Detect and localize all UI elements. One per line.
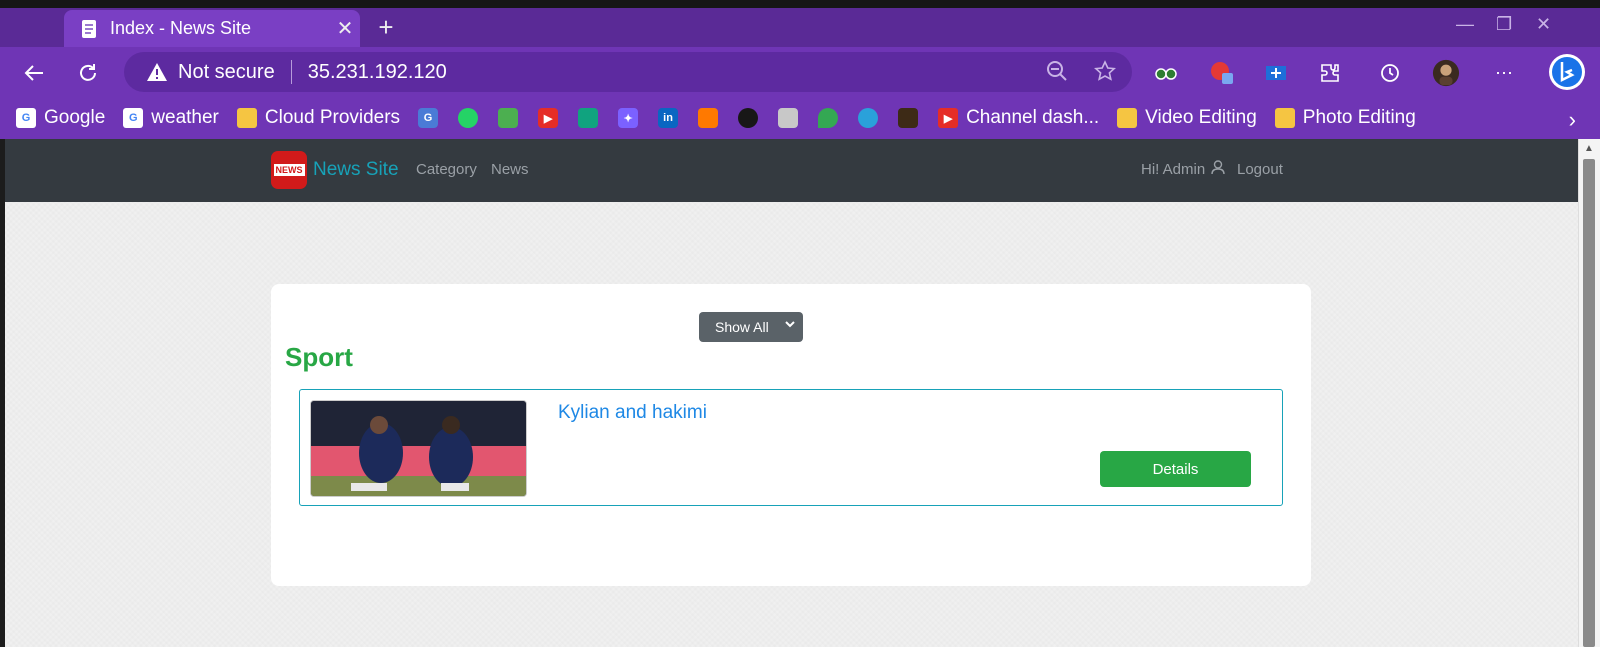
greeting-text: Hi! Admin bbox=[1141, 161, 1206, 178]
nav-category[interactable]: Category bbox=[416, 161, 477, 178]
article-title-link[interactable]: Kylian and hakimi bbox=[558, 402, 707, 424]
address-bar[interactable]: Not secure 35.231.192.120 bbox=[124, 52, 1132, 92]
bookmark-label: Video Editing bbox=[1145, 107, 1257, 128]
page-icon bbox=[80, 19, 98, 39]
details-button[interactable]: Details bbox=[1100, 451, 1251, 487]
screen-top-strip bbox=[0, 0, 1600, 8]
gemini-icon[interactable]: ✦ bbox=[618, 108, 639, 128]
zoom-out-icon[interactable] bbox=[1046, 60, 1068, 82]
history-icon[interactable] bbox=[1376, 59, 1404, 87]
tab-close-icon[interactable]: ✕ bbox=[330, 16, 360, 41]
star-icon[interactable] bbox=[1094, 60, 1116, 82]
youtube-icon: ▶ bbox=[938, 108, 959, 128]
google-icon: G bbox=[123, 108, 144, 128]
page-scrollbar[interactable]: ▲ bbox=[1578, 139, 1600, 647]
back-arrow-icon bbox=[24, 65, 43, 81]
minimize-icon[interactable]: — bbox=[1456, 14, 1474, 35]
whatsapp-icon[interactable] bbox=[458, 108, 479, 128]
bookmark-label: Google bbox=[44, 107, 106, 128]
linkedin-icon[interactable]: in bbox=[658, 108, 679, 128]
maps-icon[interactable] bbox=[818, 108, 839, 128]
youtube-icon[interactable]: ▶ bbox=[538, 108, 559, 128]
bookmark-cloud-providers[interactable]: Cloud Providers bbox=[236, 107, 401, 129]
tab-index-news-site[interactable]: Index - News Site ✕ bbox=[64, 10, 360, 47]
address-separator bbox=[290, 60, 292, 84]
github-icon[interactable] bbox=[738, 108, 759, 128]
address-row: Not secure 35.231.192.120 ⋯ bbox=[0, 47, 1600, 97]
chevron-down-icon bbox=[785, 319, 795, 332]
reload-icon bbox=[80, 64, 96, 81]
user-greeting[interactable]: Hi! Admin bbox=[1141, 160, 1226, 178]
chevron-right-icon[interactable]: › bbox=[1569, 107, 1576, 133]
bookmark-photo-editing[interactable]: Photo Editing bbox=[1274, 107, 1416, 129]
site-navbar: NEWS News Site Category News Hi! Admin L… bbox=[5, 139, 1578, 202]
bookmark-label: Cloud Providers bbox=[264, 107, 401, 128]
news-thumbnail[interactable] bbox=[310, 400, 527, 497]
section-heading: Sport bbox=[285, 342, 353, 372]
security-label[interactable]: Not secure bbox=[178, 61, 275, 84]
android-icon[interactable] bbox=[498, 108, 519, 128]
back-button[interactable] bbox=[18, 57, 50, 89]
profile-avatar[interactable] bbox=[1432, 59, 1460, 87]
bookmark-app-icon[interactable] bbox=[898, 108, 919, 128]
brand-name: News Site bbox=[313, 159, 399, 180]
extensions-icon[interactable] bbox=[1316, 59, 1344, 87]
browser-chrome: Index - News Site ✕ + — ❐ ✕ Not secure 3… bbox=[0, 8, 1600, 139]
bookmark-google[interactable]: G Google bbox=[16, 107, 105, 129]
user-icon bbox=[1211, 160, 1226, 175]
restore-icon[interactable]: ❐ bbox=[1496, 14, 1512, 35]
select-value: Show All bbox=[715, 319, 769, 335]
more-menu-icon[interactable]: ⋯ bbox=[1490, 59, 1518, 87]
brand-link[interactable]: NEWS News Site bbox=[271, 151, 399, 189]
folder-icon bbox=[236, 108, 257, 128]
bookmark-weather[interactable]: G weather bbox=[123, 107, 219, 129]
extension-glasses-icon[interactable] bbox=[1152, 59, 1180, 87]
web-page: NEWS News Site Category News Hi! Admin L… bbox=[5, 139, 1578, 647]
reload-button[interactable] bbox=[72, 57, 104, 89]
new-tab-button[interactable]: + bbox=[372, 12, 400, 42]
logo-text: NEWS bbox=[273, 164, 305, 176]
url-text[interactable]: 35.231.192.120 bbox=[308, 61, 447, 84]
category-filter-select[interactable]: Show All bbox=[699, 312, 803, 342]
news-card: Kylian and hakimi Details bbox=[299, 389, 1283, 506]
folder-icon bbox=[1274, 108, 1295, 128]
bookmark-label: Photo Editing bbox=[1302, 107, 1416, 128]
bookmarks-bar: G Google G weather Cloud Providers G ▶ ✦… bbox=[0, 97, 1600, 139]
tab-title: Index - News Site bbox=[110, 18, 252, 38]
news-logo-icon: NEWS bbox=[271, 151, 307, 189]
google-icon: G bbox=[16, 108, 36, 128]
nav-logout[interactable]: Logout bbox=[1237, 161, 1283, 178]
window-close-icon[interactable]: ✕ bbox=[1536, 14, 1551, 35]
bookmark-site-icon[interactable] bbox=[778, 108, 799, 128]
bookmark-label: weather bbox=[151, 107, 219, 128]
extension-adblock-icon[interactable] bbox=[1208, 59, 1236, 87]
scrollbar-thumb[interactable] bbox=[1583, 159, 1595, 647]
translate-icon[interactable]: G bbox=[418, 108, 439, 128]
chatgpt-icon[interactable] bbox=[578, 108, 599, 128]
nav-news[interactable]: News bbox=[491, 161, 529, 178]
bookmark-label: Channel dash... bbox=[966, 107, 1100, 128]
content-panel: Show All Sport Kylian and hakimi Details bbox=[271, 284, 1311, 586]
warning-icon bbox=[146, 62, 168, 82]
telegram-icon[interactable] bbox=[858, 108, 879, 128]
tab-bar: Index - News Site ✕ + — ❐ ✕ bbox=[0, 8, 1600, 47]
scroll-up-arrow-icon[interactable]: ▲ bbox=[1584, 143, 1594, 154]
orange-icon[interactable] bbox=[698, 108, 719, 128]
bookmark-channel-dashboard[interactable]: ▶ Channel dash... bbox=[938, 107, 1099, 129]
bing-copilot-icon[interactable] bbox=[1548, 53, 1586, 91]
folder-icon bbox=[1117, 108, 1138, 128]
bookmark-video-editing[interactable]: Video Editing bbox=[1117, 107, 1257, 129]
extension-puzzle-blue-icon[interactable] bbox=[1262, 59, 1290, 87]
